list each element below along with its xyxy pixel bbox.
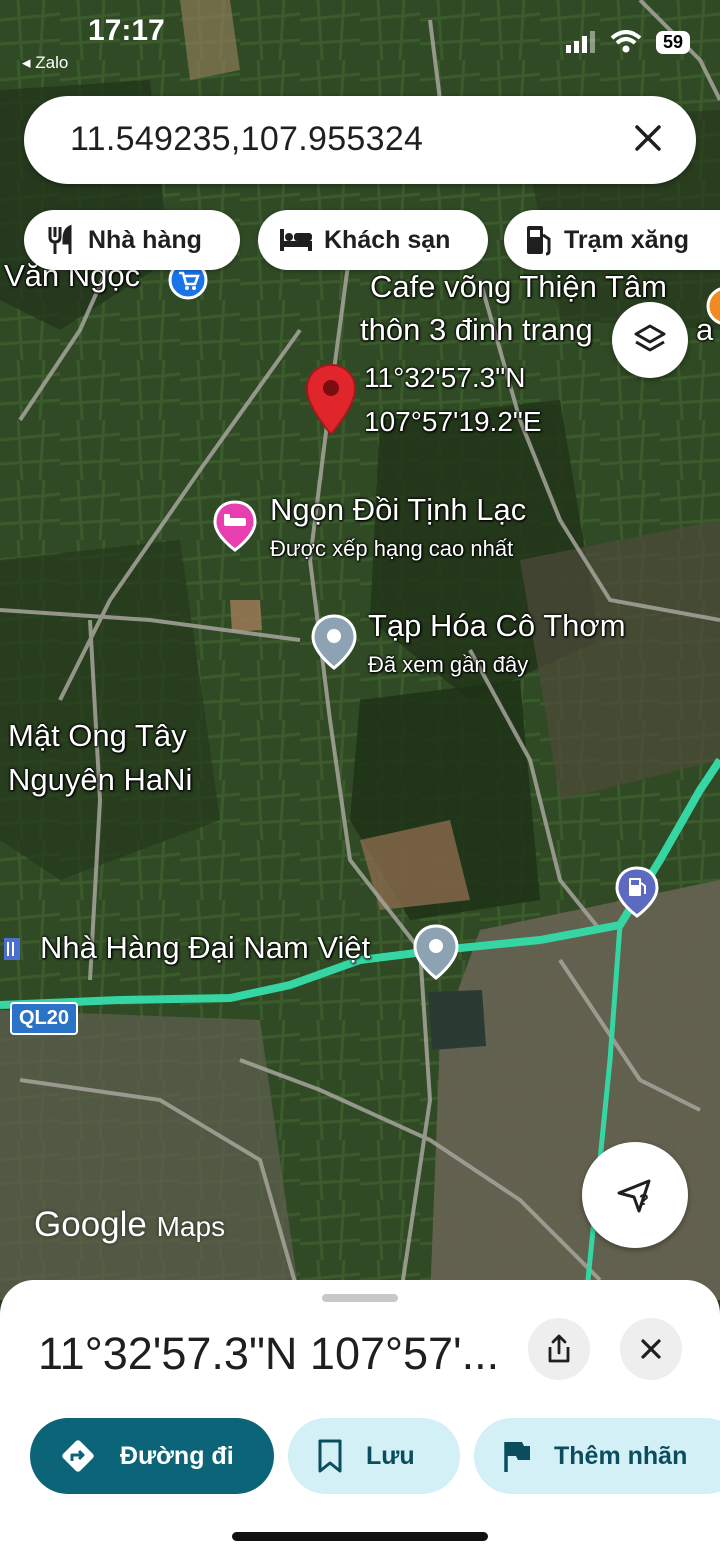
chip-restaurants[interactable]: Nhà hàng bbox=[24, 210, 240, 270]
pin-longitude-label: 107°57'19.2"E bbox=[364, 406, 542, 437]
place-label-nha-hang[interactable]: Nhà Hàng Đại Nam Việt bbox=[40, 930, 370, 966]
place-label-ngon-doi-subtitle: Được xếp hạng cao nhất bbox=[270, 536, 514, 561]
hotel-icon bbox=[280, 229, 312, 251]
directions-label: Đường đi bbox=[120, 1441, 234, 1470]
place-label-cafe[interactable]: Cafe võng Thiện Tâm bbox=[370, 269, 667, 305]
place-label-mat-ong-line1[interactable]: Mật Ong Tây bbox=[8, 718, 187, 754]
place-label-ngon-doi[interactable]: Ngọn Đồi Tịnh Lạc bbox=[270, 492, 526, 528]
google-maps-logo: Google Maps bbox=[34, 1205, 226, 1244]
place-label-mat-ong-line2[interactable]: Nguyên HaNi bbox=[8, 762, 192, 798]
close-icon bbox=[635, 125, 661, 151]
place-label-cafe-line2[interactable]: thôn 3 đinh trang bbox=[360, 312, 593, 348]
bookmark-icon bbox=[318, 1439, 342, 1473]
clear-search-button[interactable] bbox=[628, 118, 668, 158]
chip-label: Khách sạn bbox=[324, 225, 451, 254]
close-icon bbox=[641, 1339, 661, 1359]
chip-gas-stations[interactable]: Trạm xăng bbox=[504, 210, 720, 270]
add-label-label: Thêm nhãn bbox=[554, 1441, 688, 1470]
pin-latitude-label: 11°32'57.3"N bbox=[364, 362, 526, 393]
layers-icon bbox=[634, 324, 666, 352]
add-label-button[interactable]: Thêm nhãn bbox=[474, 1418, 720, 1494]
gas-station-marker-icon[interactable] bbox=[614, 866, 660, 925]
wifi-icon bbox=[610, 30, 642, 53]
status-time: 17:17 bbox=[88, 14, 165, 47]
visited-marker-icon[interactable] bbox=[310, 614, 358, 677]
save-label: Lưu bbox=[366, 1441, 415, 1470]
back-to-app-link[interactable]: ◂ Zalo bbox=[22, 53, 68, 73]
place-label-tap-hoa-subtitle: Đã xem gần đây bbox=[368, 652, 529, 677]
directions-icon bbox=[62, 1440, 94, 1472]
search-bar[interactable]: 11.549235,107.955324 bbox=[24, 96, 696, 184]
cellular-signal-icon bbox=[565, 31, 595, 53]
road-shield-ql20: QL20 bbox=[10, 1002, 79, 1035]
dropped-pin-icon[interactable] bbox=[304, 362, 358, 443]
place-title: 11°32'57.3"N 107°57'... bbox=[38, 1328, 500, 1379]
flag-icon bbox=[504, 1442, 530, 1472]
share-button[interactable] bbox=[528, 1318, 590, 1380]
place-label-cafe-line2-tail: a bbox=[696, 312, 714, 347]
restaurant-marker-icon[interactable] bbox=[412, 924, 460, 987]
chip-label: Trạm xăng bbox=[564, 225, 690, 254]
navigation-unknown-icon: ? bbox=[617, 1179, 651, 1213]
status-bar: 17:17 ◂ Zalo 59 bbox=[0, 0, 720, 80]
home-indicator bbox=[232, 1532, 488, 1541]
sheet-drag-handle[interactable] bbox=[322, 1294, 398, 1302]
battery-indicator: 59 bbox=[655, 30, 690, 54]
restaurant-icon bbox=[48, 224, 72, 254]
layers-button[interactable] bbox=[612, 302, 688, 378]
place-bottom-sheet[interactable]: 11°32'57.3"N 107°57'... Đường đi Lưu Thê… bbox=[0, 1280, 720, 1559]
save-button[interactable]: Lưu bbox=[288, 1418, 460, 1494]
svg-text:?: ? bbox=[639, 1192, 649, 1209]
chip-hotels[interactable]: Khách sạn bbox=[258, 210, 488, 270]
satellite-map[interactable] bbox=[0, 0, 720, 1300]
share-icon bbox=[548, 1334, 570, 1363]
place-label-tap-hoa[interactable]: Tạp Hóa Cô Thơm bbox=[368, 608, 626, 644]
building-marker-icon bbox=[2, 934, 24, 969]
close-sheet-button[interactable] bbox=[620, 1318, 682, 1380]
my-location-button[interactable]: ? bbox=[582, 1142, 688, 1248]
directions-button[interactable]: Đường đi bbox=[30, 1418, 274, 1494]
chip-label: Nhà hàng bbox=[88, 225, 202, 254]
map-imagery bbox=[0, 0, 720, 1300]
hotel-marker-icon[interactable] bbox=[212, 500, 258, 559]
search-input[interactable]: 11.549235,107.955324 bbox=[70, 120, 423, 159]
gas-station-icon bbox=[527, 226, 551, 256]
